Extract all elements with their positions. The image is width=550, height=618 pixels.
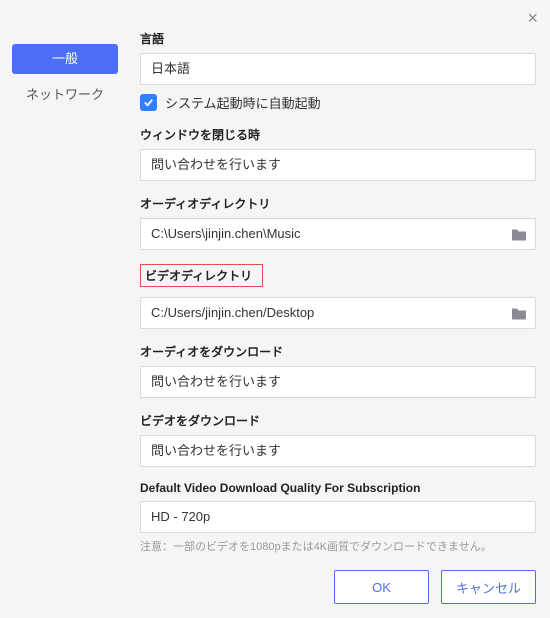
video-dir-field[interactable]: C:/Users/jinjin.chen/Desktop (140, 297, 536, 329)
folder-icon[interactable] (511, 307, 527, 320)
section-video-dl: ビデオをダウンロード 問い合わせを行います (140, 412, 536, 467)
dialog-footer: OK キャンセル (334, 570, 536, 604)
sidebar: 一般 ネットワーク (0, 44, 130, 110)
folder-icon[interactable] (511, 228, 527, 241)
video-dl-select[interactable]: 問い合わせを行います (140, 435, 536, 467)
section-audio-dir: オーディオディレクトリ C:\Users\jinjin.chen\Music (140, 195, 536, 250)
label-audio-dl: オーディオをダウンロード (140, 343, 536, 360)
quality-select[interactable]: HD - 720p (140, 501, 536, 533)
audio-dir-field[interactable]: C:\Users\jinjin.chen\Music (140, 218, 536, 250)
check-icon (143, 97, 154, 108)
close-window-select[interactable]: 問い合わせを行います (140, 149, 536, 181)
language-select[interactable]: 日本語 (140, 53, 536, 85)
settings-panel: 言語 日本語 システム起動時に自動起動 ウィンドウを閉じる時 問い合わせを行いま… (140, 30, 536, 558)
audio-dl-select[interactable]: 問い合わせを行います (140, 366, 536, 398)
section-language: 言語 日本語 システム起動時に自動起動 (140, 30, 536, 112)
section-video-dir: ビデオディレクトリ C:/Users/jinjin.chen/Desktop (140, 264, 536, 329)
autostart-row[interactable]: システム起動時に自動起動 (140, 93, 536, 112)
label-close-window: ウィンドウを閉じる時 (140, 126, 536, 143)
label-quality: Default Video Download Quality For Subsc… (140, 481, 536, 495)
sidebar-item-network[interactable]: ネットワーク (0, 80, 130, 110)
label-audio-dir: オーディオディレクトリ (140, 195, 536, 212)
sidebar-item-label: 一般 (52, 51, 78, 66)
sidebar-item-label: ネットワーク (26, 87, 104, 102)
autostart-checkbox[interactable] (140, 94, 157, 111)
sidebar-item-general[interactable]: 一般 (12, 44, 118, 74)
section-quality: Default Video Download Quality For Subsc… (140, 481, 536, 554)
quality-note: 注意：一部のビデオを1080pまたは4K画質でダウンロードできません。 (140, 538, 536, 554)
label-video-dl: ビデオをダウンロード (140, 412, 536, 429)
close-icon[interactable]: × (527, 8, 538, 29)
audio-dir-value: C:\Users\jinjin.chen\Music (151, 226, 301, 241)
autostart-label: システム起動時に自動起動 (165, 93, 321, 112)
cancel-button[interactable]: キャンセル (441, 570, 536, 604)
label-video-dir: ビデオディレクトリ (140, 264, 263, 287)
label-language: 言語 (140, 30, 536, 47)
ok-button[interactable]: OK (334, 570, 429, 604)
section-audio-dl: オーディオをダウンロード 問い合わせを行います (140, 343, 536, 398)
section-close-window: ウィンドウを閉じる時 問い合わせを行います (140, 126, 536, 181)
video-dir-value: C:/Users/jinjin.chen/Desktop (151, 305, 314, 320)
